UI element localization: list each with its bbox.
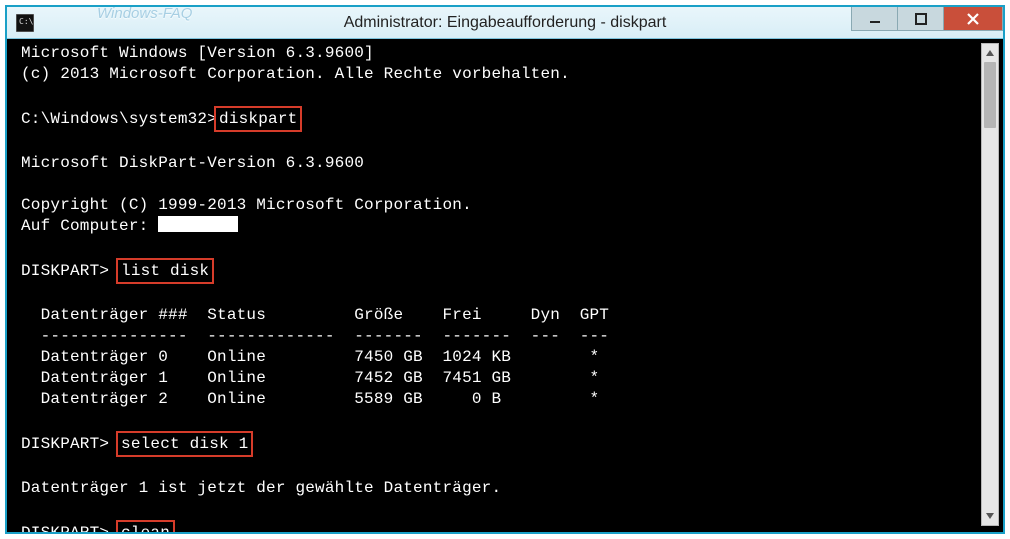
- scroll-thumb[interactable]: [984, 62, 996, 128]
- scroll-track[interactable]: [982, 62, 998, 507]
- redacted-computer-name: [158, 216, 238, 232]
- prompt: DISKPART>: [21, 435, 119, 453]
- highlight-clean: clean: [116, 520, 175, 532]
- close-button[interactable]: [943, 7, 1003, 31]
- table-row: Datenträger 0 Online 7450 GB 1024 KB *: [21, 348, 599, 366]
- text-line: Microsoft Windows [Version 6.3.9600]: [21, 44, 374, 62]
- watermark-text: Windows-FAQ: [97, 5, 192, 22]
- table-row: Datenträger 2 Online 5589 GB 0 B *: [21, 390, 599, 408]
- highlight-list-disk: list disk: [116, 258, 214, 284]
- cmd-icon: C:\: [15, 13, 35, 33]
- highlight-select-disk: select disk 1: [116, 431, 253, 457]
- scroll-down-arrow[interactable]: [982, 507, 998, 525]
- vertical-scrollbar[interactable]: [981, 43, 999, 526]
- minimize-button[interactable]: [851, 7, 897, 31]
- scroll-up-arrow[interactable]: [982, 44, 998, 62]
- highlight-diskpart: diskpart: [214, 106, 302, 132]
- prompt: DISKPART>: [21, 524, 119, 532]
- text-line: Copyright (C) 1999-2013 Microsoft Corpor…: [21, 196, 472, 214]
- titlebar[interactable]: C:\ Windows-FAQ Administrator: Eingabeau…: [7, 7, 1003, 39]
- table-row: Datenträger 1 Online 7452 GB 7451 GB *: [21, 369, 599, 387]
- text-line: (c) 2013 Microsoft Corporation. Alle Rec…: [21, 65, 570, 83]
- maximize-button[interactable]: [897, 7, 943, 31]
- window-controls: [851, 7, 1003, 31]
- text-line: Datenträger 1 ist jetzt der gewählte Dat…: [21, 479, 501, 497]
- terminal-output[interactable]: Microsoft Windows [Version 6.3.9600] (c)…: [7, 39, 1003, 532]
- svg-text:C:\: C:\: [19, 17, 34, 26]
- table-divider: --------------- ------------- ------- --…: [21, 327, 609, 345]
- table-header: Datenträger ### Status Größe Frei Dyn GP…: [21, 306, 609, 324]
- text-line: Microsoft DiskPart-Version 6.3.9600: [21, 154, 364, 172]
- prompt: DISKPART>: [21, 262, 119, 280]
- prompt: C:\Windows\system32>: [21, 110, 217, 128]
- text-line: Auf Computer:: [21, 217, 158, 235]
- command-prompt-window: C:\ Windows-FAQ Administrator: Eingabeau…: [5, 5, 1005, 534]
